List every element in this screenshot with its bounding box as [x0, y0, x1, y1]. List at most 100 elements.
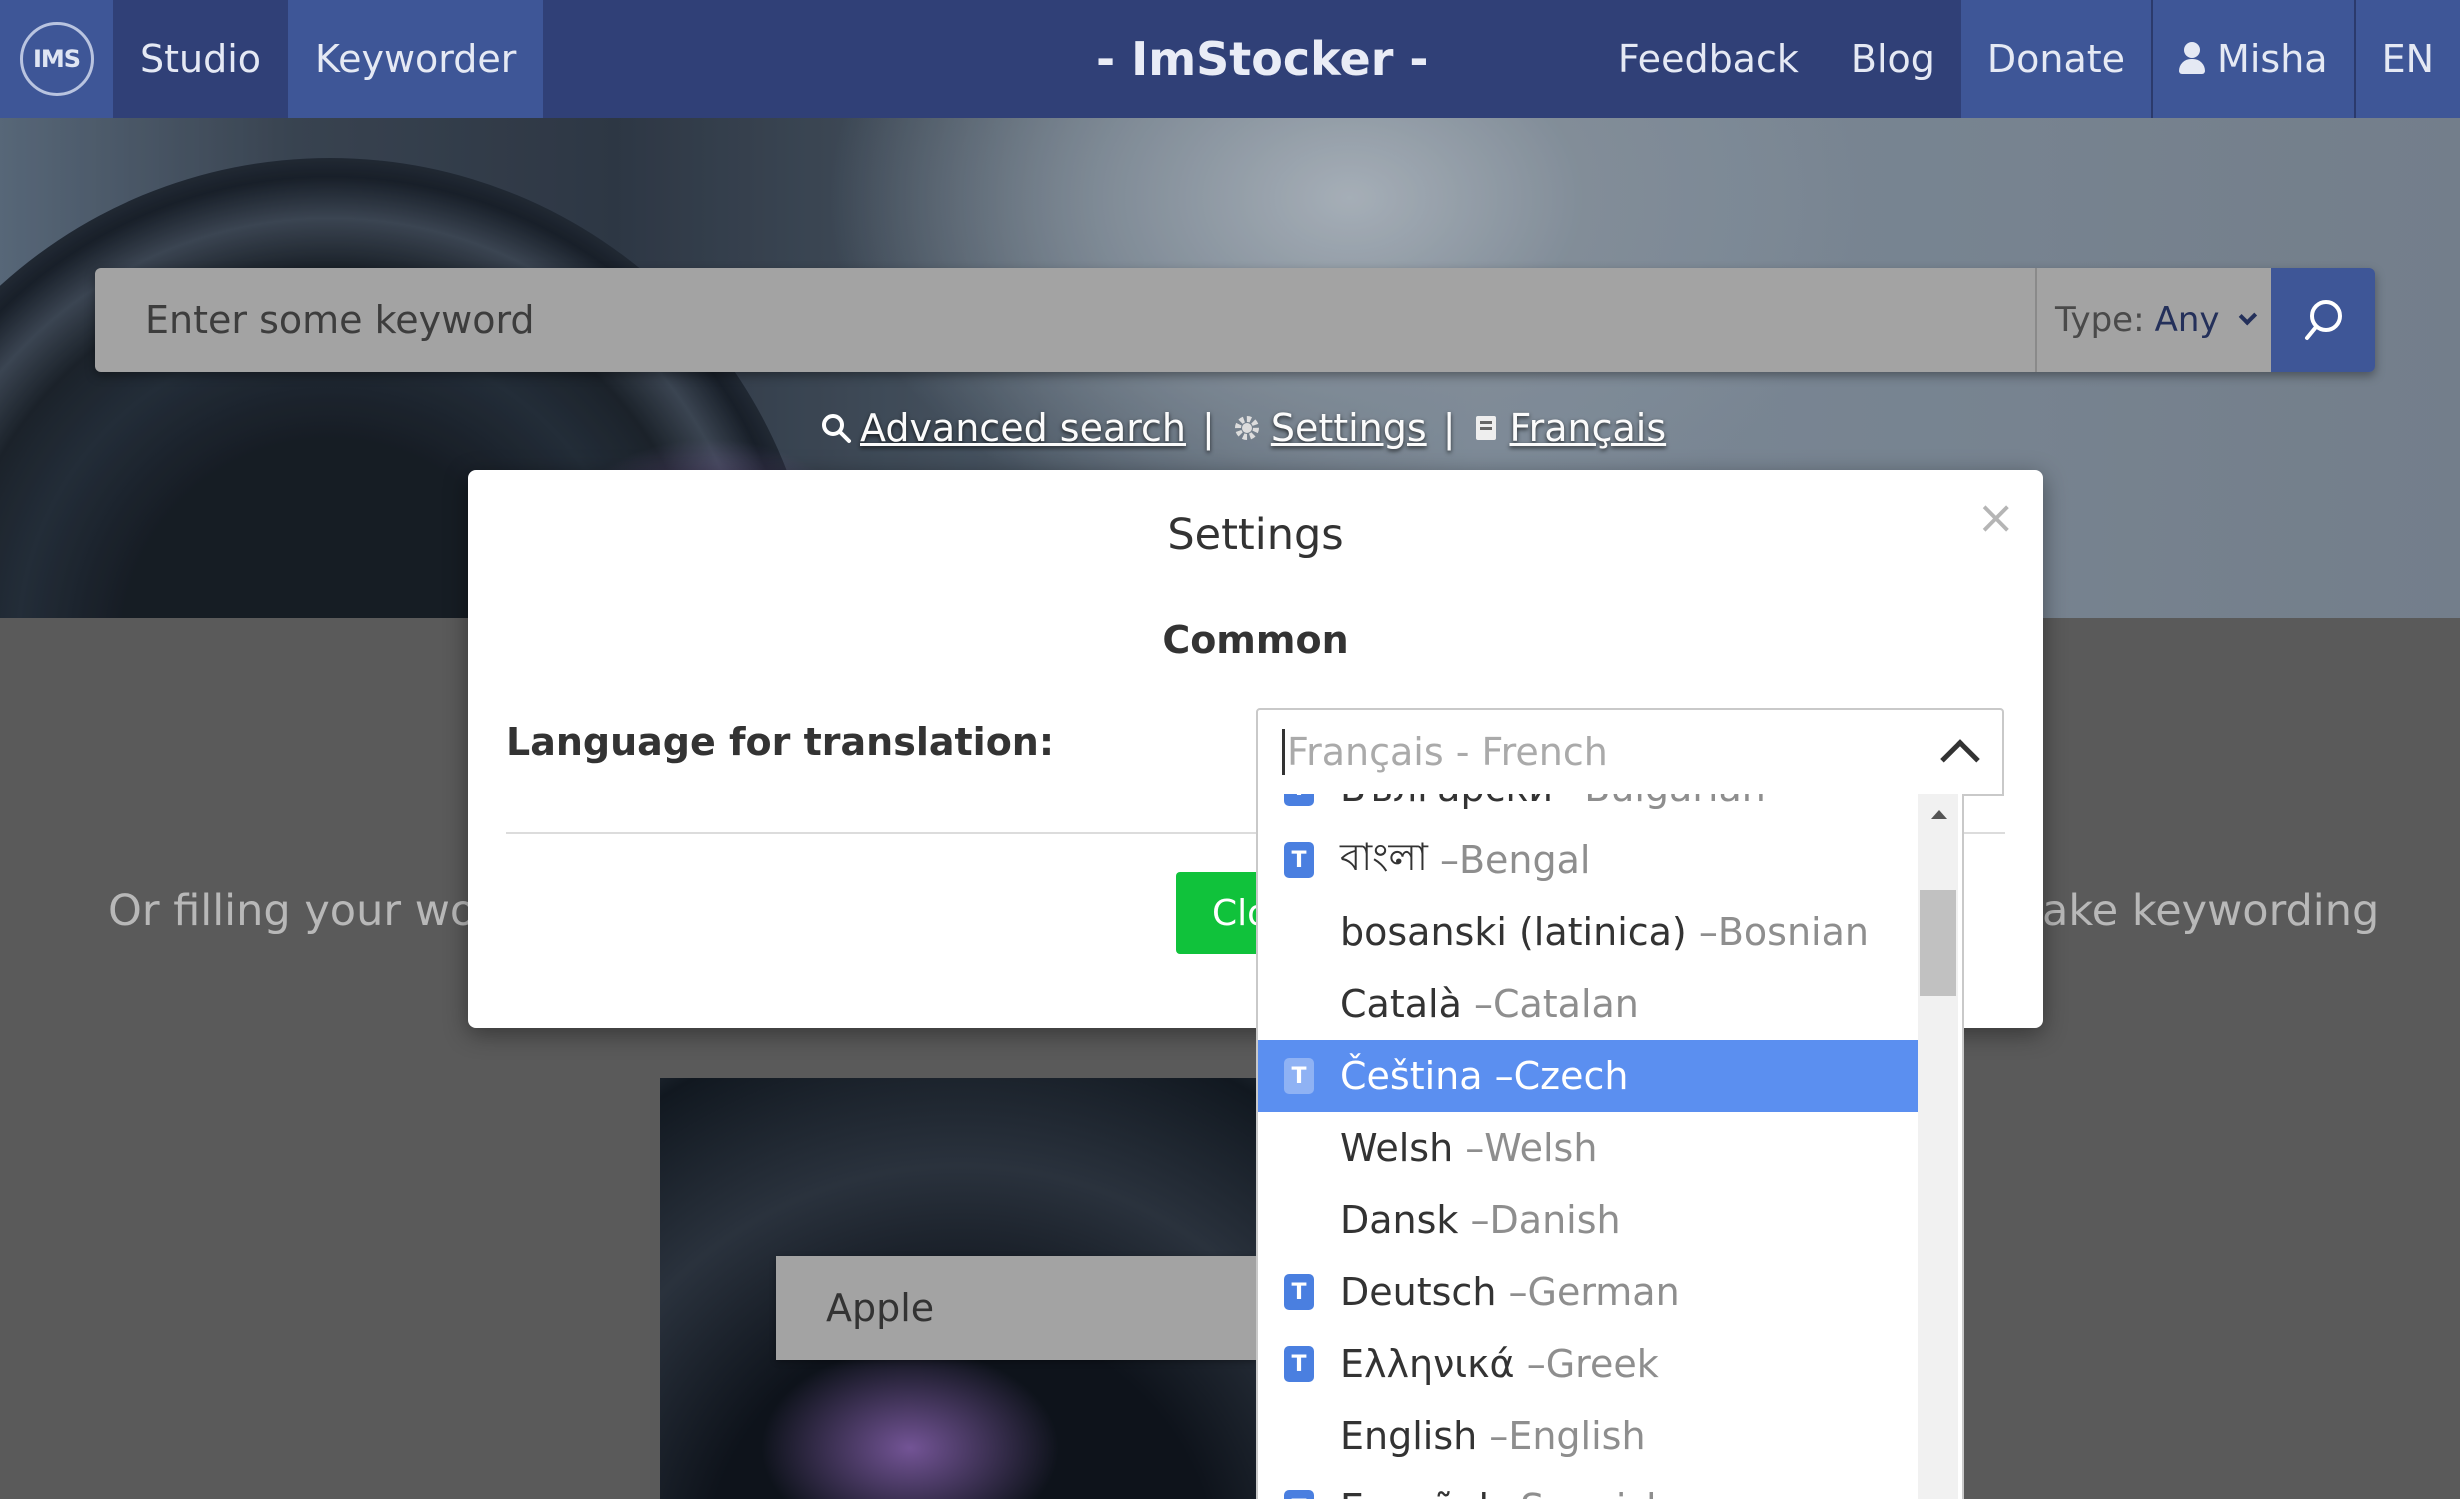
language-separator: – [1453, 1126, 1485, 1170]
language-native-name: Ελληνικά [1340, 1342, 1515, 1386]
nav-right: Feedback Blog Donate Misha EN [1592, 0, 2460, 118]
tagline-right: ake keywording [2042, 886, 2380, 936]
language-separator: – [1461, 982, 1493, 1026]
language-option[interactable]: Welsh – Welsh [1258, 1112, 1918, 1184]
language-separator: – [1477, 1414, 1509, 1458]
language-option[interactable]: English – English [1258, 1400, 1918, 1472]
close-button[interactable]: Close [1176, 872, 1266, 954]
search-icon [2305, 300, 2342, 340]
language-option[interactable]: T Čeština – Czech [1258, 1040, 1918, 1112]
nav-user[interactable]: Misha [2151, 0, 2354, 118]
nav-language[interactable]: EN [2353, 0, 2460, 118]
type-select[interactable]: Type: Any [2035, 268, 2271, 372]
language-english-name: Welsh [1484, 1126, 1598, 1170]
advanced-search-link[interactable]: Advanced search [820, 406, 1186, 450]
nav-blog[interactable]: Blog [1825, 0, 1961, 118]
chevron-down-icon [2238, 306, 2257, 326]
language-english-name: Bengal [1458, 838, 1591, 882]
language-english-name: English [1508, 1414, 1646, 1458]
card-glow [760, 1348, 1060, 1499]
language-link[interactable]: Français [1472, 406, 1667, 450]
language-native-name: Català [1340, 982, 1462, 1026]
language-native-name: bosanski (latinica) [1340, 910, 1687, 954]
language-native-name: Български [1340, 794, 1553, 810]
user-name: Misha [2217, 37, 2328, 81]
close-icon[interactable]: × [1976, 490, 2015, 544]
translate-badge-icon: T [1284, 1274, 1314, 1310]
language-option[interactable]: T Български – Bulgarian [1258, 794, 1918, 824]
gear-icon [1234, 416, 1259, 440]
tagline-left: Or filling your wo [108, 886, 477, 936]
nav-feedback[interactable]: Feedback [1592, 0, 1825, 118]
translate-badge-icon: T [1284, 842, 1314, 878]
logo-icon: IMS [19, 22, 94, 96]
translate-badge-icon: T [1284, 794, 1314, 806]
language-native-name: Welsh [1340, 1126, 1454, 1170]
language-english-name: Greek [1545, 1342, 1659, 1386]
book-icon [1475, 416, 1496, 440]
language-separator: – [1458, 1198, 1490, 1242]
translate-badge-icon: T [1284, 1490, 1314, 1499]
language-native-name: Čeština [1340, 1054, 1483, 1098]
language-separator: – [1482, 1054, 1514, 1098]
settings-label: Settings [1270, 406, 1427, 450]
language-english-name: Bosnian [1717, 910, 1869, 954]
scroll-thumb[interactable] [1920, 890, 1956, 996]
language-separator: – [1686, 910, 1718, 954]
language-native-name: Español [1340, 1486, 1489, 1499]
search-button[interactable] [2271, 268, 2375, 372]
magnifier-icon [822, 414, 851, 443]
language-native-name: Deutsch [1340, 1270, 1497, 1314]
translate-badge-icon: T [1284, 1058, 1314, 1094]
section-title: Common [1162, 618, 1349, 662]
chevron-up-icon[interactable] [1940, 739, 1980, 779]
language-english-name: Catalan [1492, 982, 1639, 1026]
type-label: Type: [2055, 300, 2145, 340]
language-option[interactable]: T Español – Spanish [1258, 1472, 1918, 1499]
language-select[interactable] [1256, 708, 2004, 796]
search-input[interactable] [95, 268, 2035, 372]
language-separator: – [1553, 794, 1584, 810]
translate-badge-icon: T [1284, 1346, 1314, 1382]
language-english-name: Czech [1513, 1054, 1629, 1098]
language-option[interactable]: bosanski (latinica) – Bosnian [1258, 896, 1918, 968]
text-cursor [1282, 729, 1285, 775]
type-value: Any [2154, 300, 2220, 340]
language-dropdown: T Български – Bulgarian T বাংলা – Bengal bos… [1256, 794, 1964, 1499]
dropdown-scrollbar[interactable] [1918, 794, 1958, 1499]
settings-link[interactable]: Settings [1231, 406, 1427, 450]
language-native-name: বাংলা [1340, 835, 1428, 879]
language-search-input[interactable] [1287, 730, 1946, 774]
search-bar: Type: Any [95, 268, 2375, 372]
nav-studio[interactable]: Studio [113, 0, 288, 118]
translation-language-label: Language for translation: [506, 720, 1055, 764]
scroll-up-arrow[interactable] [1931, 810, 1947, 819]
modal-title: Settings [1167, 510, 1344, 560]
nav-keyworder[interactable]: Keyworder [288, 0, 544, 118]
language-english-name: Bulgarian [1584, 794, 1766, 810]
language-option[interactable]: Català – Catalan [1258, 968, 1918, 1040]
language-separator: – [1489, 1486, 1520, 1499]
language-english-name: Danish [1489, 1198, 1621, 1242]
advanced-search-label: Advanced search [860, 406, 1187, 450]
language-native-name: English [1340, 1414, 1478, 1458]
language-label: Français [1509, 406, 1667, 450]
language-option[interactable]: T Ελληνικά – Greek [1258, 1328, 1918, 1400]
language-separator: – [1496, 1270, 1528, 1314]
language-option[interactable]: T Deutsch – German [1258, 1256, 1918, 1328]
brand-title[interactable]: - ImStocker - [1096, 0, 1429, 118]
language-option[interactable]: Dansk – Danish [1258, 1184, 1918, 1256]
link-separator: | [1202, 406, 1215, 450]
logo-link[interactable]: IMS [0, 0, 113, 118]
search-links: Advanced search | Settings | Français [820, 400, 1666, 456]
nav-donate[interactable]: Donate [1960, 0, 2152, 118]
language-native-name: Dansk [1340, 1198, 1459, 1242]
language-english-name: German [1527, 1270, 1680, 1314]
language-option[interactable]: T বাংলা – Bengal [1258, 824, 1918, 896]
user-icon [2179, 42, 2206, 76]
link-separator: | [1442, 406, 1456, 450]
example-keyword[interactable]: Apple [776, 1256, 1256, 1360]
language-english-name: Spanish [1520, 1486, 1670, 1499]
language-separator: – [1427, 838, 1459, 882]
top-nav: IMS Studio Keyworder - ImStocker - Feedb… [0, 0, 2460, 118]
